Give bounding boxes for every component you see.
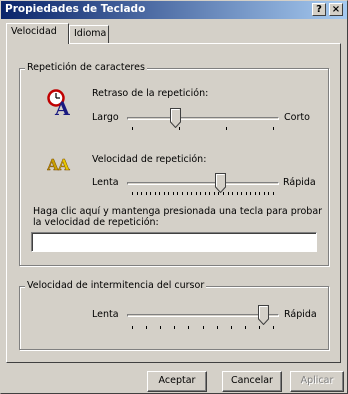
test-instructions: Haga clic aquí y mantenga presionada una… [33, 206, 323, 228]
blink-min-label: Lenta [92, 309, 119, 320]
slider-tick [203, 326, 204, 329]
rate-min-label: Lenta [92, 177, 119, 188]
slider-tick [196, 192, 197, 195]
slider-tick [245, 326, 246, 329]
slider-tick [168, 192, 169, 195]
ok-button[interactable]: Aceptar [147, 371, 207, 392]
slider-tick [228, 192, 229, 195]
keyboard-properties-window: Propiedades de Teclado ? × Velocidad Idi… [0, 0, 348, 394]
slider-tick [173, 192, 174, 195]
window-title: Propiedades de Teclado [5, 3, 146, 15]
cancel-button[interactable]: Cancelar [222, 371, 282, 392]
slider-tick [146, 326, 147, 329]
character-repeat-legend: Repetición de caracteres [25, 62, 147, 73]
slider-tick [132, 127, 133, 130]
delay-min-label: Largo [92, 112, 119, 123]
slider-tick [255, 192, 256, 195]
slider-tick [177, 192, 178, 195]
slider-tick [209, 192, 210, 195]
delay-max-label: Corto [284, 112, 310, 123]
slider-tick [231, 326, 232, 329]
delay-slider-track[interactable] [127, 117, 279, 120]
tab-velocidad[interactable]: Velocidad [6, 23, 69, 44]
title-bar[interactable]: Propiedades de Teclado ? × [1, 1, 347, 19]
slider-tick [187, 192, 188, 195]
slider-tick [132, 192, 133, 195]
slider-tick [273, 192, 274, 195]
repeat-delay-icon: A [47, 89, 70, 116]
delay-slider-thumb[interactable] [170, 108, 181, 128]
slider-tick [164, 192, 165, 195]
tab-velocidad-label: Velocidad [11, 26, 57, 37]
slider-tick [241, 192, 242, 195]
rate-label: Velocidad de repetición: [92, 154, 207, 165]
slider-tick [160, 326, 161, 329]
slider-tick [273, 127, 274, 130]
blink-max-label: Rápida [284, 309, 317, 320]
help-button[interactable]: ? [312, 3, 326, 16]
slider-tick [226, 127, 227, 130]
tab-idioma[interactable]: Idioma [69, 25, 109, 43]
rate-slider-track[interactable] [127, 182, 279, 185]
slider-tick [132, 326, 133, 329]
slider-tick [217, 326, 218, 329]
delay-label: Retraso de la repetición: [92, 88, 209, 99]
slider-tick [159, 192, 160, 195]
cursor-blink-legend: Velocidad de intermitencia del cursor [25, 280, 207, 291]
slider-tick [191, 192, 192, 195]
svg-text:A: A [57, 156, 70, 174]
slider-tick [237, 192, 238, 195]
slider-tick [200, 192, 201, 195]
slider-tick [205, 192, 206, 195]
tab-panel: Repetición de caracteres A Retraso de la… [6, 43, 341, 363]
slider-tick [268, 192, 269, 195]
slider-tick [188, 326, 189, 329]
rate-max-label: Rápida [283, 177, 316, 188]
slider-tick [264, 192, 265, 195]
slider-tick [232, 192, 233, 195]
apply-button[interactable]: Aplicar [290, 371, 344, 392]
repeat-rate-icon: A A [47, 156, 70, 174]
tab-idioma-label: Idioma [74, 28, 107, 39]
repeat-test-input[interactable] [31, 232, 317, 252]
slider-tick [273, 326, 274, 329]
close-button[interactable]: × [329, 3, 343, 16]
slider-tick [146, 192, 147, 195]
blink-slider-track[interactable] [127, 314, 279, 317]
slider-tick [150, 192, 151, 195]
slider-tick [259, 326, 260, 329]
cursor-blink-group [19, 286, 329, 350]
blink-slider-thumb[interactable] [258, 305, 269, 325]
slider-tick [250, 192, 251, 195]
slider-tick [246, 192, 247, 195]
rate-slider-thumb[interactable] [215, 173, 226, 193]
svg-text:A: A [54, 98, 70, 116]
slider-tick [141, 192, 142, 195]
slider-tick [137, 192, 138, 195]
slider-tick [259, 192, 260, 195]
slider-tick [182, 192, 183, 195]
slider-tick [174, 326, 175, 329]
slider-tick [155, 192, 156, 195]
